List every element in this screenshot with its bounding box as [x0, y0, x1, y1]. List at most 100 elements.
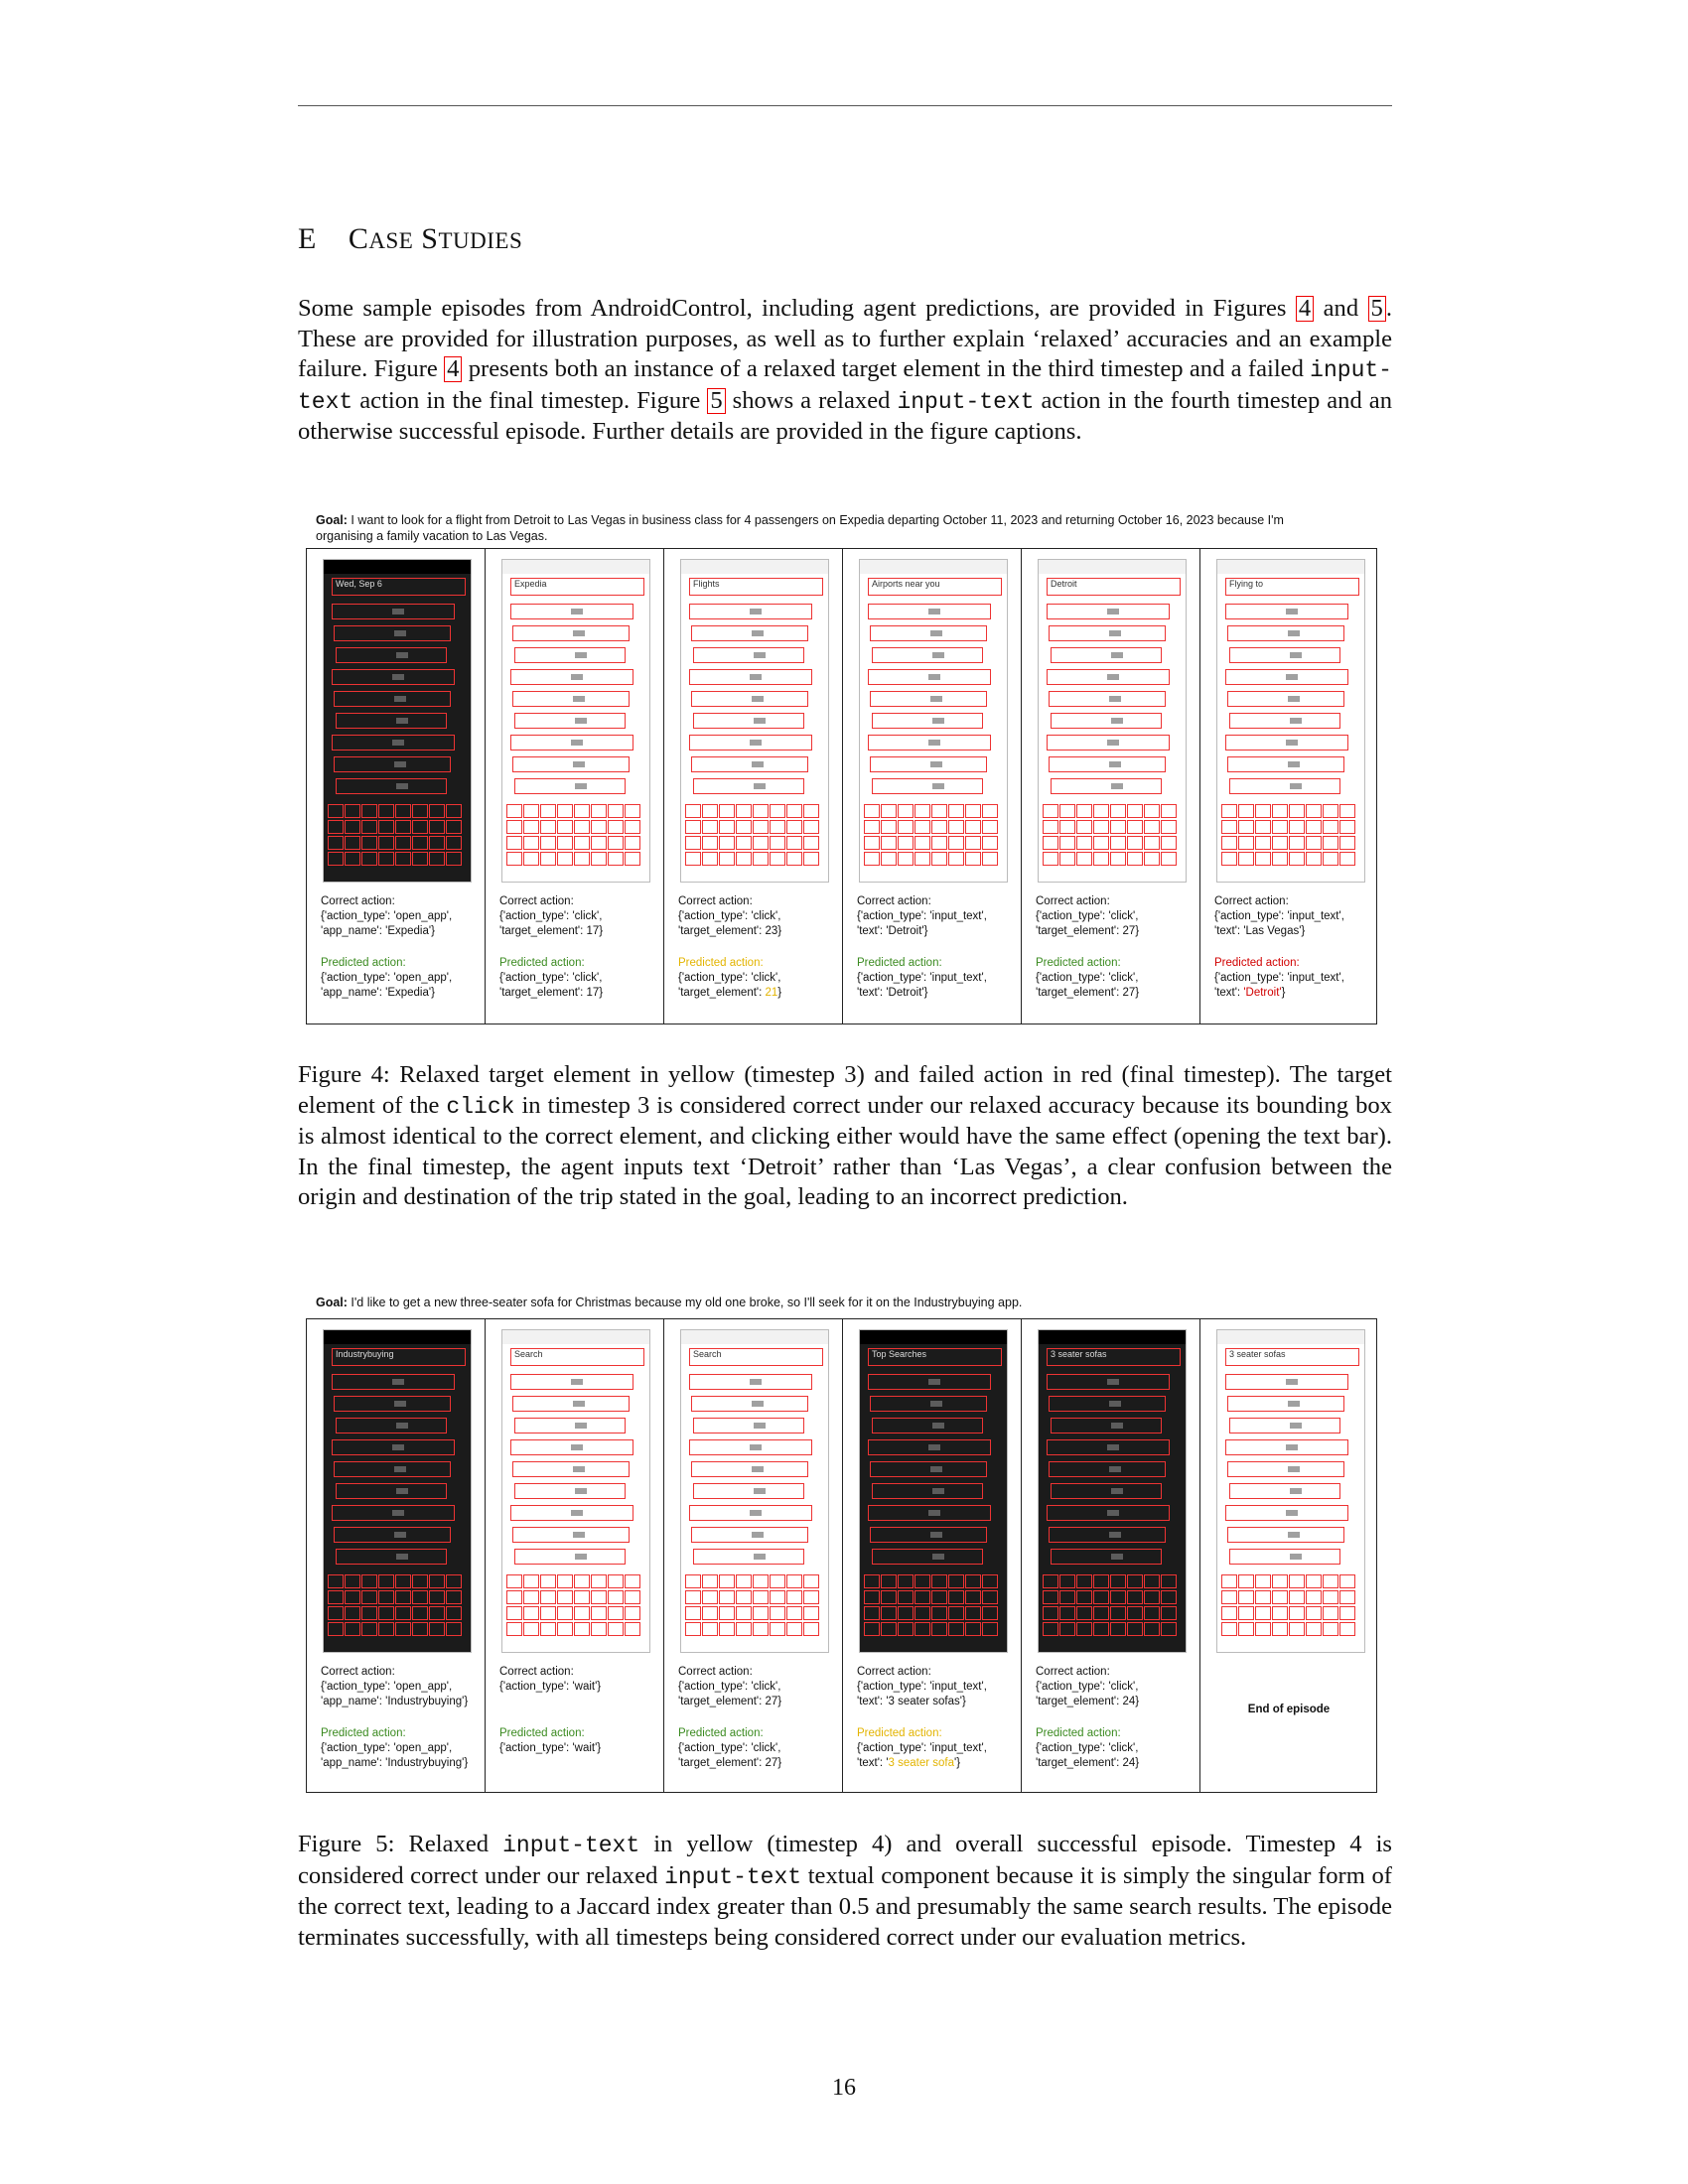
correct-action-heading: Correct action:: [499, 895, 574, 907]
predicted-action-heading: Predicted action:: [678, 957, 764, 969]
key-box: [506, 804, 522, 818]
screen-label: Detroit: [1047, 578, 1181, 596]
key-box: [1255, 1606, 1271, 1620]
predicted-action-heading: Predicted action:: [499, 1727, 585, 1739]
end-of-episode-label: End of episode: [1247, 1704, 1331, 1715]
ui-element-box: [870, 1461, 987, 1477]
key-box: [803, 836, 819, 850]
key-box: [1255, 852, 1271, 866]
key-box: [1289, 1606, 1305, 1620]
key-box: [591, 804, 607, 818]
screen-label: Search: [689, 1348, 823, 1366]
ui-element-box: [689, 669, 812, 685]
key-box: [1110, 804, 1126, 818]
correct-action-heading: Correct action:: [857, 1666, 931, 1678]
key-box: [1221, 836, 1237, 850]
key-box: [523, 1590, 539, 1604]
key-box: [574, 1574, 590, 1588]
correct-action-heading: Correct action:: [1214, 895, 1289, 907]
key-box: [574, 804, 590, 818]
status-bar: [1217, 1330, 1364, 1344]
ui-element-box: [1227, 625, 1344, 641]
key-box: [1043, 852, 1058, 866]
key-box: [574, 852, 590, 866]
key-box: [736, 804, 752, 818]
figure-5-link[interactable]: 5: [707, 387, 726, 414]
key-box: [378, 852, 394, 866]
key-box: [931, 852, 947, 866]
phone-screenshot: 3 seater sofas: [1216, 1329, 1365, 1653]
key-box: [446, 1622, 462, 1636]
key-box: [1127, 1590, 1143, 1604]
key-box: [1059, 1590, 1075, 1604]
key-box: [1323, 1590, 1338, 1604]
figure-4: Wed, Sep 6 Correct action: {'action_type':…: [306, 548, 1377, 1024]
screen-label: Flights: [689, 578, 823, 596]
predicted-action-value: {'action_type': 'click', 'target_element…: [499, 972, 604, 999]
key-box: [948, 852, 964, 866]
ui-element-box: [868, 1374, 991, 1390]
correct-action-value: {'action_type': 'open_app', 'app_name': …: [321, 910, 453, 937]
key-box: [395, 1574, 411, 1588]
key-box: [1127, 820, 1143, 834]
ui-element-box: [514, 1483, 626, 1499]
key-box: [965, 836, 981, 850]
key-box: [982, 820, 998, 834]
screen-label: Expedia: [510, 578, 644, 596]
key-box: [965, 1590, 981, 1604]
key-box: [1059, 804, 1075, 818]
figure-5-link[interactable]: 5: [1367, 296, 1386, 322]
key-box: [395, 852, 411, 866]
ui-element-box: [868, 669, 991, 685]
key-box: [1272, 804, 1288, 818]
figure-4-link[interactable]: 4: [444, 356, 463, 382]
key-box: [574, 1590, 590, 1604]
ui-element-box: [689, 604, 812, 619]
key-box: [931, 1590, 947, 1604]
key-box: [948, 820, 964, 834]
key-box: [1161, 1606, 1177, 1620]
key-box: [328, 1622, 344, 1636]
ui-element-box: [332, 669, 455, 685]
key-box: [591, 1622, 607, 1636]
key-box: [345, 1622, 360, 1636]
section-heading: E CASE STUDIES: [298, 222, 523, 255]
key-box: [361, 1606, 377, 1620]
figure-4-goal: Goal: I want to look for a flight from D…: [316, 513, 1284, 543]
key-box: [625, 1622, 640, 1636]
ui-element-box: [1047, 735, 1170, 751]
key-box: [931, 836, 947, 850]
correct-action-value: {'action_type': 'wait'}: [499, 1681, 602, 1693]
ui-element-box: [689, 1374, 812, 1390]
key-box: [786, 1606, 802, 1620]
ui-element-box: [512, 691, 630, 707]
key-box: [1306, 1622, 1322, 1636]
key-box: [881, 820, 897, 834]
key-box: [608, 1590, 624, 1604]
figure-4-link[interactable]: 4: [1295, 296, 1315, 322]
key-box: [881, 1590, 897, 1604]
key-box: [1306, 804, 1322, 818]
status-bar: [681, 560, 828, 574]
key-box: [803, 804, 819, 818]
predicted-action-value: {'action_type': 'click', 'target_element…: [678, 1742, 782, 1769]
ui-element-box: [1051, 1549, 1162, 1565]
key-box: [1144, 1574, 1160, 1588]
key-box: [786, 852, 802, 866]
key-box: [345, 1606, 360, 1620]
key-box: [328, 1606, 344, 1620]
key-box: [1238, 820, 1254, 834]
key-box: [506, 1590, 522, 1604]
key-box: [557, 820, 573, 834]
key-box: [523, 1622, 539, 1636]
intro-paragraph: Some sample episodes from AndroidControl…: [298, 295, 1392, 445]
predicted-action-heading: Predicted action:: [1036, 1727, 1121, 1739]
key-box: [803, 1622, 819, 1636]
key-box: [702, 804, 718, 818]
key-box: [702, 1574, 718, 1588]
key-box: [446, 804, 462, 818]
key-box: [1093, 1622, 1109, 1636]
key-box: [345, 852, 360, 866]
key-box: [506, 1606, 522, 1620]
ui-element-box: [693, 1549, 804, 1565]
